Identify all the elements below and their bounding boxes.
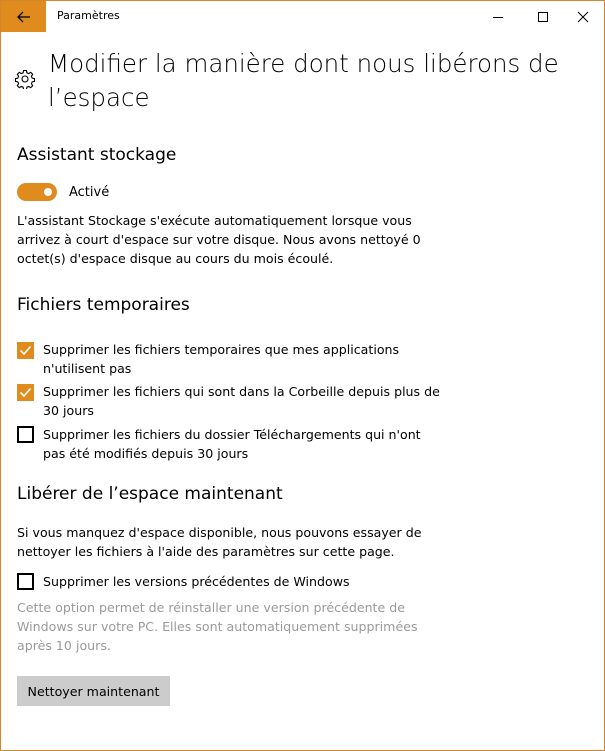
description-line: L'assistant Stockage s'exécute automatiq… — [17, 213, 412, 228]
checkmark-icon — [19, 345, 32, 356]
page-title-line: Modifier la manière dont nous libérons d… — [48, 49, 559, 78]
option-line: 30 jours — [43, 403, 94, 418]
description-line: nettoyer les fichiers à l'aide des param… — [17, 544, 395, 559]
storage-sense-description: L'assistant Stockage s'exécute automatiq… — [17, 211, 421, 268]
minimize-icon — [492, 16, 503, 18]
option-line: Supprimer les fichiers du dossier Téléch… — [43, 427, 421, 442]
page-title-line: l’espace — [48, 83, 150, 112]
storage-sense-toggle[interactable] — [17, 183, 57, 201]
note-line: Windows sur votre PC. Elles sont automat… — [17, 619, 418, 634]
delete-temp-files-label: Supprimer les fichiers temporaires que m… — [43, 340, 443, 378]
checkmark-icon — [19, 387, 32, 398]
back-button[interactable] — [1, 1, 46, 32]
delete-recycle-bin-label: Supprimer les fichiers qui sont dans la … — [43, 382, 443, 420]
delete-downloads-label: Supprimer les fichiers du dossier Téléch… — [43, 425, 443, 463]
maximize-icon — [537, 11, 548, 22]
gear-icon — [15, 69, 35, 89]
close-button[interactable] — [560, 1, 605, 32]
option-line: Supprimer les fichiers qui sont dans la … — [43, 384, 440, 399]
clean-now-button[interactable]: Nettoyer maintenant — [17, 676, 170, 706]
previous-windows-note: Cette option permet de réinstaller une v… — [17, 598, 418, 655]
description-line: Si vous manquez d'espace disponible, nou… — [17, 525, 422, 540]
note-line: Cette option permet de réinstaller une v… — [17, 600, 405, 615]
back-arrow-icon — [16, 11, 30, 22]
option-line: pas été modifiés depuis 30 jours — [43, 446, 249, 461]
toggle-state-label: Activé — [69, 185, 110, 200]
minimize-button[interactable] — [475, 1, 520, 32]
delete-previous-windows-checkbox[interactable] — [17, 573, 34, 590]
delete-previous-windows-label: Supprimer les versions précédentes de Wi… — [43, 574, 350, 589]
title-bar: Paramètres — [1, 1, 604, 32]
delete-temp-files-checkbox[interactable] — [17, 342, 34, 359]
delete-downloads-checkbox[interactable] — [17, 426, 34, 443]
close-icon — [577, 11, 588, 22]
description-line: octet(s) d'espace disque au cours du moi… — [17, 251, 334, 266]
toggle-knob — [44, 188, 52, 196]
description-line: arrivez à court d'espace sur votre disqu… — [17, 232, 421, 247]
page-title: Modifier la manière dont nous libérons d… — [48, 47, 578, 115]
option-line: Supprimer les fichiers temporaires que m… — [43, 342, 400, 357]
maximize-button[interactable] — [520, 1, 565, 32]
temp-files-heading: Fichiers temporaires — [17, 295, 190, 315]
settings-window: Paramètres Modifier la manière dont nous — [0, 0, 605, 751]
option-line: n'utilisent pas — [43, 361, 132, 376]
free-space-description: Si vous manquez d'espace disponible, nou… — [17, 523, 421, 561]
storage-sense-heading: Assistant stockage — [17, 145, 177, 165]
window-title: Paramètres — [57, 9, 120, 22]
delete-recycle-bin-checkbox[interactable] — [17, 384, 34, 401]
free-space-now-heading: Libérer de l’espace maintenant — [17, 484, 283, 504]
note-line: après 10 jours. — [17, 638, 111, 653]
